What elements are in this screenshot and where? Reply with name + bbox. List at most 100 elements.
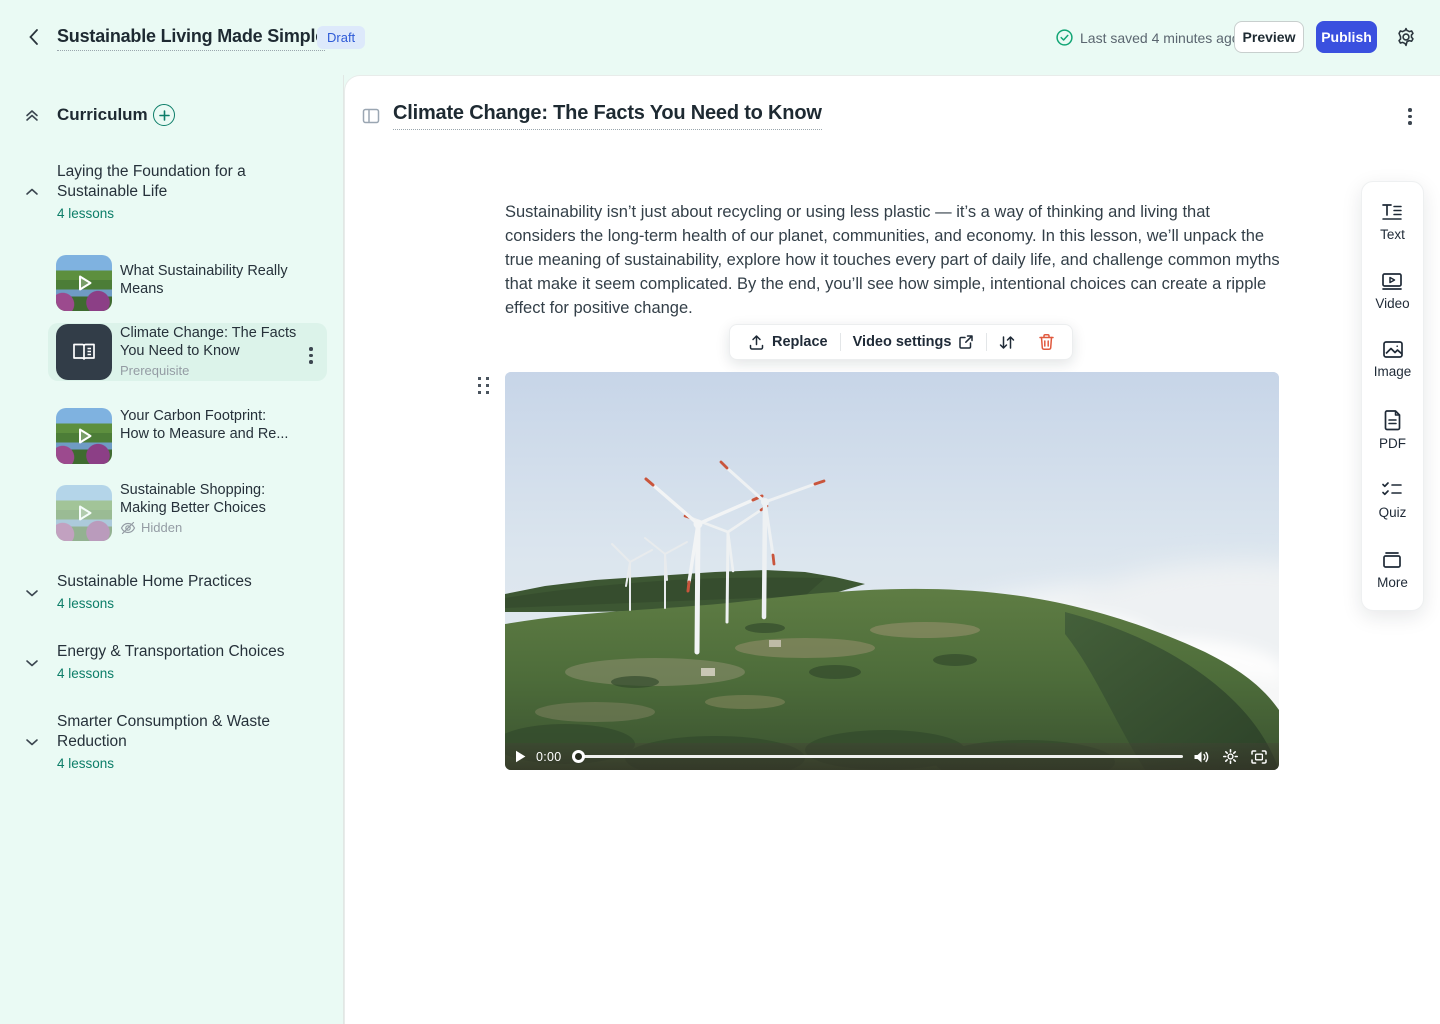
palette-label: PDF — [1379, 436, 1406, 451]
external-link-icon — [958, 334, 974, 350]
add-pdf-block-button[interactable]: PDF — [1379, 409, 1406, 451]
section-2-title[interactable]: Sustainable Home Practices — [57, 572, 303, 592]
lesson-video-thumbnail — [56, 255, 112, 311]
palette-label: Quiz — [1379, 505, 1407, 520]
curriculum-header: Curriculum — [0, 102, 343, 130]
lesson-title: Sustainable Shopping: Making Better Choi… — [120, 481, 298, 517]
lesson-video-thumbnail — [56, 408, 112, 464]
curriculum-sidebar: Curriculum Laying the Foundation for a S… — [0, 75, 344, 1024]
reading-lesson-icon — [56, 324, 112, 380]
lesson-title: What Sustainability Really Means — [120, 262, 298, 298]
lesson-options-button[interactable] — [1408, 108, 1412, 125]
course-builder-app: Sustainable Living Made Simple Draft Las… — [0, 0, 1440, 1024]
topbar: Sustainable Living Made Simple Draft Las… — [0, 0, 1440, 75]
chevron-down-icon — [24, 655, 40, 671]
video-controls-bar: 0:00 — [505, 743, 1279, 770]
add-image-block-button[interactable]: Image — [1374, 340, 1412, 379]
section-3-title[interactable]: Energy & Transportation Choices — [57, 642, 303, 662]
lesson-page-title[interactable]: Climate Change: The Facts You Need to Kn… — [393, 102, 822, 130]
fullscreen-button[interactable] — [1251, 750, 1267, 764]
lesson-subtitle: Prerequisite — [120, 363, 189, 378]
section-2-chevron[interactable] — [24, 585, 40, 601]
content-block-palette: Text Video Image — [1361, 181, 1424, 611]
lesson-paragraph[interactable]: Sustainability isn’t just about recyclin… — [505, 200, 1281, 320]
chevron-up-icon — [24, 184, 40, 200]
trash-icon — [1038, 333, 1055, 351]
volume-button[interactable] — [1193, 750, 1210, 764]
lesson-subtitle: Hidden — [141, 520, 182, 535]
last-saved-text: Last saved 4 minutes ago — [1080, 30, 1240, 46]
add-section-button[interactable] — [153, 104, 175, 126]
settings-gear-button[interactable] — [1395, 26, 1417, 48]
status-badge: Draft — [317, 26, 365, 49]
palette-label: Image — [1374, 364, 1412, 379]
double-chevron-up-icon — [23, 106, 41, 124]
replace-button[interactable]: Replace — [736, 325, 840, 359]
play-icon — [56, 408, 112, 464]
eye-off-icon — [120, 521, 136, 535]
lesson-editor-panel: Climate Change: The Facts You Need to Kn… — [344, 75, 1440, 1024]
quiz-block-icon — [1381, 480, 1403, 500]
lesson-item-carbon-footprint[interactable]: Your Carbon Footprint: How to Measure an… — [48, 400, 327, 474]
publish-button[interactable]: Publish — [1316, 21, 1377, 53]
play-icon — [56, 255, 112, 311]
lesson-menu-button[interactable] — [309, 347, 313, 364]
progress-track[interactable] — [583, 755, 1183, 758]
chevron-down-icon — [24, 734, 40, 750]
section-1-chevron[interactable] — [24, 184, 40, 200]
image-block-icon — [1382, 340, 1404, 359]
add-text-block-button[interactable]: Text — [1380, 202, 1405, 242]
lesson-item-sustainable-shopping[interactable]: Sustainable Shopping: Making Better Choi… — [48, 477, 327, 549]
lesson-item-climate-change[interactable]: Climate Change: The Facts You Need to Kn… — [48, 323, 327, 381]
palette-label: Video — [1375, 296, 1409, 311]
replace-label: Replace — [772, 334, 828, 350]
lesson-header: Climate Change: The Facts You Need to Kn… — [345, 100, 1440, 136]
delete-block-button[interactable] — [1027, 325, 1066, 359]
add-video-block-button[interactable]: Video — [1375, 272, 1409, 311]
more-blocks-icon — [1381, 550, 1403, 570]
section-4-title[interactable]: Smarter Consumption & Waste Reduction — [57, 712, 303, 752]
section-3-chevron[interactable] — [24, 655, 40, 671]
check-circle-icon — [1056, 29, 1073, 46]
chevron-left-icon — [28, 28, 39, 46]
sidebar-toggle-button[interactable] — [362, 107, 380, 125]
section-1-title[interactable]: Laying the Foundation for a Sustainable … — [57, 162, 303, 202]
plus-icon — [159, 110, 170, 121]
video-block-icon — [1381, 272, 1403, 291]
video-player[interactable]: 0:00 — [505, 372, 1279, 770]
section-4-chevron[interactable] — [24, 734, 40, 750]
palette-label: More — [1377, 575, 1408, 590]
collapse-all-button[interactable] — [23, 106, 41, 124]
preview-button[interactable]: Preview — [1234, 21, 1304, 53]
gear-icon — [1395, 26, 1417, 48]
section-2-meta: 4 lessons — [57, 596, 114, 611]
lesson-title: Your Carbon Footprint: How to Measure an… — [120, 407, 298, 443]
lesson-hidden-status: Hidden — [120, 520, 182, 535]
video-frame-wind-turbines — [505, 372, 1279, 770]
last-saved-status: Last saved 4 minutes ago — [1056, 29, 1240, 46]
more-blocks-button[interactable]: More — [1377, 550, 1408, 590]
section-3-meta: 4 lessons — [57, 666, 114, 681]
play-icon — [56, 485, 112, 541]
course-title[interactable]: Sustainable Living Made Simple — [57, 26, 325, 51]
reorder-block-button[interactable] — [987, 325, 1027, 359]
palette-label: Text — [1380, 227, 1405, 242]
back-button[interactable] — [22, 26, 44, 48]
player-settings-button[interactable] — [1223, 749, 1238, 764]
add-quiz-block-button[interactable]: Quiz — [1379, 480, 1407, 520]
play-button[interactable] — [515, 750, 526, 763]
video-settings-button[interactable]: Video settings — [841, 325, 987, 359]
lesson-video-thumbnail — [56, 485, 112, 541]
curriculum-title: Curriculum — [57, 105, 148, 125]
video-block-toolbar: Replace Video settings — [729, 324, 1073, 360]
panel-left-icon — [362, 107, 380, 125]
pdf-block-icon — [1383, 409, 1403, 431]
chevron-down-icon — [24, 585, 40, 601]
section-1-meta: 4 lessons — [57, 206, 114, 221]
block-drag-handle[interactable] — [478, 377, 490, 395]
upload-icon — [748, 334, 765, 351]
current-time: 0:00 — [536, 750, 562, 764]
move-up-down-icon — [998, 334, 1016, 351]
text-block-icon — [1381, 202, 1403, 222]
lesson-item-what-sustainability[interactable]: What Sustainability Really Means — [48, 247, 327, 319]
